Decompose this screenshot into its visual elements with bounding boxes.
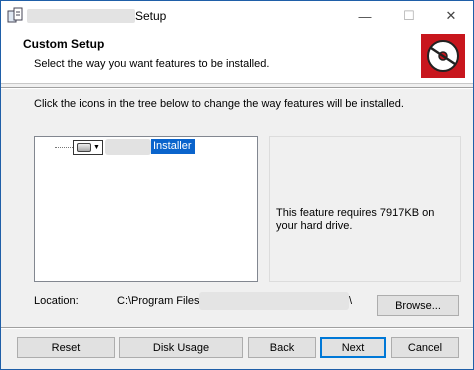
- window-title: Setup: [135, 9, 167, 23]
- cancel-button[interactable]: Cancel: [391, 337, 459, 358]
- disk-usage-button[interactable]: Disk Usage: [119, 337, 243, 358]
- location-label: Location:: [34, 295, 79, 307]
- hard-drive-icon: [77, 143, 91, 152]
- location-path: C:\Program Files\: [117, 295, 203, 307]
- next-button[interactable]: Next: [320, 337, 386, 358]
- maximize-button[interactable]: ☐: [387, 1, 431, 31]
- footer-divider: [1, 327, 473, 329]
- page-subtitle: Select the way you want features to be i…: [34, 58, 270, 70]
- minimize-button[interactable]: —: [343, 1, 387, 31]
- title-bar: Setup — ☐ ✕: [1, 1, 473, 31]
- header-divider: [1, 87, 473, 89]
- feature-description-panel: This feature requires 7917KB on your har…: [269, 136, 461, 282]
- feature-tree[interactable]: ▼ Installer: [34, 136, 258, 282]
- close-button[interactable]: ✕: [429, 1, 473, 31]
- dropdown-arrow-icon: ▼: [93, 144, 100, 151]
- location-path-end: \: [349, 295, 353, 307]
- location-redacted-text: [199, 292, 349, 310]
- title-redacted-text: [27, 9, 135, 23]
- back-button[interactable]: Back: [248, 337, 316, 358]
- feature-description: This feature requires 7917KB on your har…: [276, 207, 435, 232]
- header-banner: Custom Setup Select the way you want fea…: [1, 31, 473, 84]
- reset-button[interactable]: Reset: [17, 337, 115, 358]
- setup-window: Setup — ☐ ✕ Custom Setup Select the way …: [0, 0, 474, 370]
- page-title: Custom Setup: [23, 37, 105, 51]
- tree-item-installer[interactable]: Installer: [151, 139, 195, 154]
- feature-state-dropdown[interactable]: ▼: [73, 140, 103, 155]
- tree-redacted-text: [105, 139, 151, 155]
- instructions-text: Click the icons in the tree below to cha…: [34, 98, 404, 110]
- browse-button[interactable]: Browse...: [377, 295, 459, 316]
- setup-disc-logo-icon: [421, 34, 465, 78]
- installer-app-icon: [7, 7, 23, 23]
